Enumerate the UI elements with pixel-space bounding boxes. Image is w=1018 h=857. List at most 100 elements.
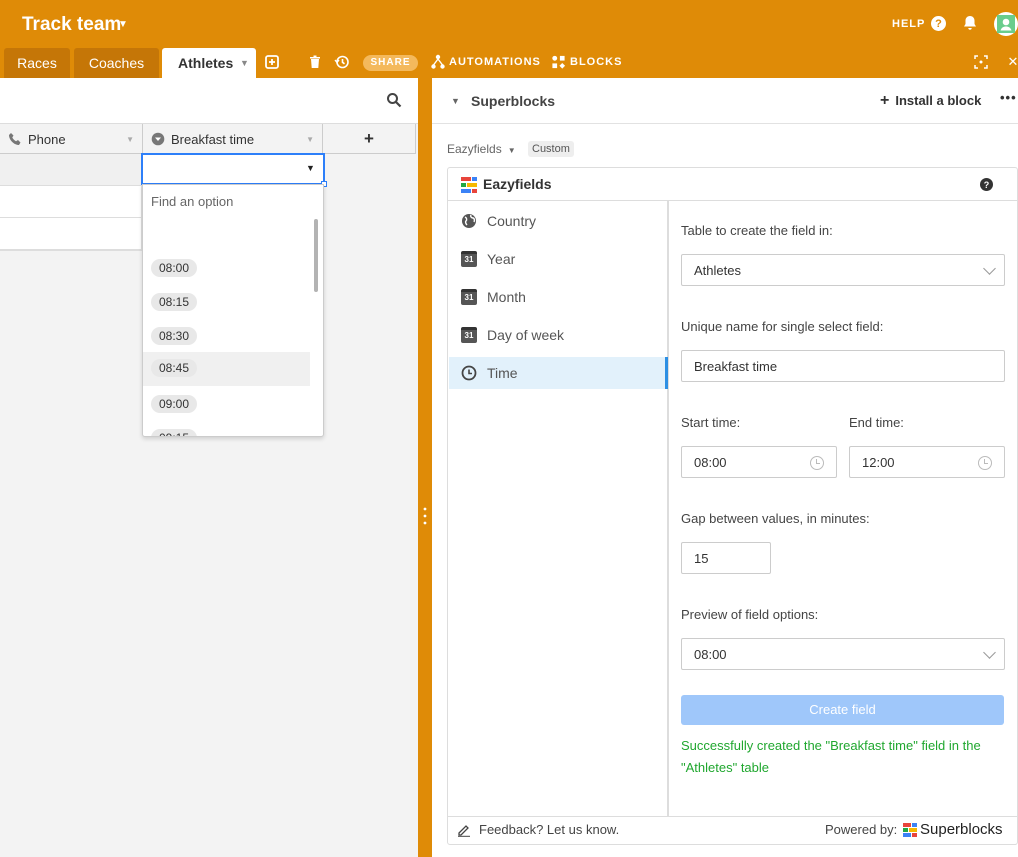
automations-icon[interactable] bbox=[431, 54, 445, 70]
feedback-link[interactable]: Feedback? Let us know. bbox=[479, 822, 619, 837]
calendar-icon: 31 bbox=[461, 289, 477, 305]
dropdown-option[interactable]: 08:15 bbox=[143, 286, 310, 320]
tab-coaches[interactable]: Coaches bbox=[74, 48, 159, 78]
tab-menu-caret-icon[interactable]: ▼ bbox=[240, 58, 249, 68]
sidebar-item-label: Day of week bbox=[487, 327, 565, 343]
clock-icon bbox=[978, 456, 992, 470]
sidebar-item-label: Year bbox=[487, 251, 516, 267]
sidebar-item-label: Country bbox=[487, 213, 537, 229]
sidebar-item-label: Month bbox=[487, 289, 526, 305]
install-block-button[interactable]: + Install a block bbox=[880, 92, 981, 110]
sidebar-item-year[interactable]: 31 Year bbox=[449, 243, 668, 275]
collapse-caret-icon[interactable]: ▼ bbox=[451, 96, 460, 106]
start-time-input[interactable]: 08:00 bbox=[681, 446, 837, 478]
tab-races[interactable]: Races bbox=[4, 48, 70, 78]
chevron-down-icon bbox=[983, 646, 996, 659]
chevron-down-icon: ▼ bbox=[507, 146, 516, 155]
calendar-icon: 31 bbox=[461, 327, 477, 343]
field-name-value: Breakfast time bbox=[694, 358, 778, 374]
end-time-input[interactable]: 12:00 bbox=[849, 446, 1005, 478]
phone-icon bbox=[9, 133, 21, 145]
sidebar-item-country[interactable]: Country bbox=[449, 205, 668, 237]
fullscreen-icon[interactable] bbox=[974, 54, 988, 70]
pencil-icon bbox=[458, 825, 470, 837]
calendar-icon: 31 bbox=[461, 251, 477, 267]
view-toolbar bbox=[0, 78, 418, 124]
find-option-input[interactable]: Find an option bbox=[151, 194, 233, 209]
dropdown-option[interactable]: 08:00 bbox=[143, 252, 310, 286]
powered-by-text: Powered by: bbox=[825, 822, 898, 837]
base-menu-caret-icon[interactable]: ▼ bbox=[118, 19, 128, 30]
eazyfields-logo-icon bbox=[461, 177, 477, 193]
dropdown-option[interactable]: 08:45 bbox=[143, 352, 310, 386]
field-name-input[interactable]: Breakfast time bbox=[681, 350, 1005, 382]
dropdown-option[interactable]: 08:30 bbox=[143, 320, 310, 354]
gap-value: 15 bbox=[694, 550, 709, 566]
table-label: Table to create the field in: bbox=[681, 223, 833, 238]
option-pill: 08:45 bbox=[151, 359, 198, 377]
plus-icon: + bbox=[880, 92, 890, 109]
sidebar-item-time[interactable]: Time bbox=[449, 357, 668, 389]
help-link[interactable]: HELP bbox=[892, 18, 925, 30]
bell-icon[interactable] bbox=[962, 15, 978, 31]
end-time-label: End time: bbox=[849, 415, 904, 430]
table-select-value: Athletes bbox=[694, 262, 741, 278]
sidebar-item-day-of-week[interactable]: 31 Day of week bbox=[449, 319, 668, 351]
automations-button[interactable]: AUTOMATIONS bbox=[449, 56, 541, 68]
add-column-button[interactable]: + bbox=[323, 124, 416, 154]
base-name[interactable]: Track team bbox=[22, 14, 121, 36]
option-pill: 09:15 bbox=[151, 429, 198, 436]
column-name: Breakfast time bbox=[171, 131, 255, 147]
column-name: Phone bbox=[28, 131, 66, 147]
trash-icon[interactable] bbox=[307, 54, 323, 70]
preview-select[interactable]: 08:00 bbox=[681, 638, 1005, 670]
block-title: Eazyfields bbox=[483, 176, 552, 192]
create-field-button[interactable]: Create field bbox=[681, 695, 1004, 725]
blocks-icon[interactable] bbox=[551, 54, 566, 70]
superblocks-brand[interactable]: Superblocks bbox=[920, 821, 1003, 838]
gap-label: Gap between values, in minutes: bbox=[681, 511, 870, 526]
field-name-label: Unique name for single select field: bbox=[681, 319, 884, 334]
table-row[interactable] bbox=[0, 218, 142, 250]
start-time-label: Start time: bbox=[681, 415, 741, 430]
option-pill: 08:00 bbox=[151, 259, 198, 277]
sidebar-item-month[interactable]: 31 Month bbox=[449, 281, 668, 313]
preview-label: Preview of field options: bbox=[681, 607, 819, 622]
column-header-phone[interactable]: Phone ▼ bbox=[0, 124, 143, 154]
gap-input[interactable]: 15 bbox=[681, 542, 771, 574]
option-pill: 08:30 bbox=[151, 327, 198, 345]
more-icon[interactable]: ••• bbox=[1000, 90, 1017, 105]
block-help-icon[interactable]: ? bbox=[980, 178, 993, 191]
option-pill: 08:15 bbox=[151, 293, 198, 311]
chevron-down-icon bbox=[983, 262, 996, 275]
user-icon bbox=[997, 15, 1015, 33]
table-row[interactable] bbox=[0, 154, 142, 186]
clock-icon bbox=[461, 365, 477, 381]
close-icon[interactable]: ✕ bbox=[1005, 54, 1018, 70]
install-block-label: Install a block bbox=[895, 93, 982, 108]
custom-badge: Custom bbox=[528, 141, 574, 157]
resize-handle-icon[interactable] bbox=[423, 506, 427, 526]
sidebar-item-label: Time bbox=[487, 365, 518, 381]
table-row[interactable] bbox=[0, 186, 142, 218]
column-menu-caret-icon[interactable]: ▼ bbox=[126, 135, 134, 144]
add-table-icon[interactable] bbox=[264, 54, 280, 70]
column-header-breakfast-time[interactable]: Breakfast time ▼ bbox=[143, 124, 323, 154]
block-name: Eazyfields bbox=[447, 142, 502, 156]
share-button[interactable]: SHARE bbox=[363, 55, 418, 71]
column-menu-caret-icon[interactable]: ▼ bbox=[306, 135, 314, 144]
blocks-button[interactable]: BLOCKS bbox=[570, 56, 622, 68]
help-icon[interactable]: ? bbox=[931, 16, 946, 31]
dropdown-option[interactable]: 09:15 bbox=[143, 422, 310, 436]
block-selector[interactable]: Eazyfields ▼ bbox=[447, 142, 516, 156]
panel-title: Superblocks bbox=[471, 93, 556, 109]
end-time-value: 12:00 bbox=[862, 454, 895, 470]
history-icon[interactable] bbox=[334, 54, 350, 70]
cell-caret-icon[interactable]: ▼ bbox=[306, 163, 315, 173]
dropdown-option[interactable]: 09:00 bbox=[143, 388, 310, 422]
table-select[interactable]: Athletes bbox=[681, 254, 1005, 286]
dropdown-scrollbar[interactable] bbox=[314, 219, 318, 292]
search-icon[interactable] bbox=[386, 92, 402, 108]
active-cell-breakfast-time[interactable] bbox=[141, 153, 325, 185]
start-time-value: 08:00 bbox=[694, 454, 727, 470]
